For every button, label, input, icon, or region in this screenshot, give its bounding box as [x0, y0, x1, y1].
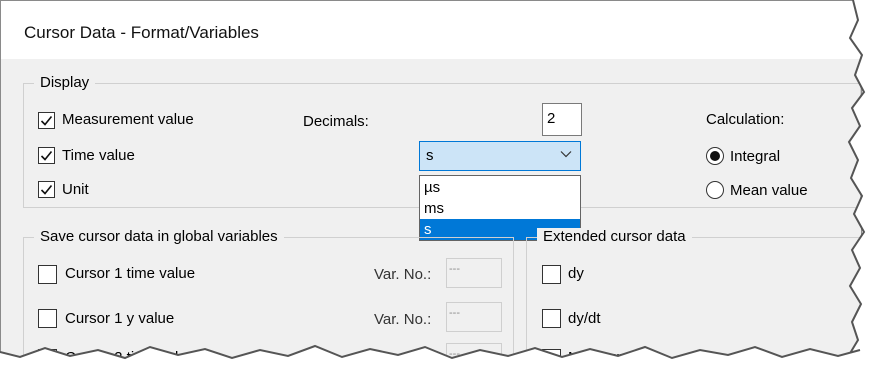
mean-value-radio[interactable] [706, 181, 724, 199]
unit-select[interactable]: s [419, 141, 581, 171]
cursor2-time-checkbox[interactable] [38, 349, 57, 368]
decimals-input[interactable]: 2 [542, 103, 582, 136]
calculation-label: Calculation: [706, 111, 785, 128]
unit-label: Unit [62, 181, 89, 198]
time-value-checkbox[interactable] [38, 147, 55, 164]
save-vars-group-label: Save cursor data in global variables [34, 228, 284, 245]
dialog-window: Cursor Data - Format/Variables Display M… [0, 0, 862, 369]
cursor1-time-checkbox[interactable] [38, 265, 57, 284]
integral-label: Integral [730, 148, 781, 165]
integral-radio[interactable] [706, 147, 724, 165]
decimals-label: Decimals: [303, 113, 369, 130]
mean-value-label: Mean value [730, 182, 808, 199]
chevron-down-icon [560, 151, 572, 158]
checkmark-icon [40, 150, 53, 161]
dy-label: dy [568, 265, 584, 282]
unit-checkbox[interactable] [38, 181, 55, 198]
title-bar: Cursor Data - Format/Variables [1, 1, 861, 59]
dy-checkbox[interactable] [542, 265, 561, 284]
var-no-label-2: Var. No.: [374, 311, 432, 328]
checkmark-icon [40, 184, 53, 195]
var-no-input-2[interactable]: --- [446, 302, 502, 332]
cursor1-y-checkbox[interactable] [38, 309, 57, 328]
unit-option-ms[interactable]: ms [420, 198, 580, 219]
window-title: Cursor Data - Format/Variables [24, 23, 259, 42]
var-no-label-1: Var. No.: [374, 266, 432, 283]
minimum-checkbox[interactable] [542, 349, 561, 368]
checkmark-icon [40, 115, 53, 126]
extended-group-label: Extended cursor data [537, 228, 692, 245]
var-no-input-3[interactable]: --- [446, 343, 502, 368]
unit-select-value: s [426, 147, 434, 164]
dydt-label: dy/dt [568, 310, 601, 327]
measurement-value-label: Measurement value [62, 111, 194, 128]
cursor1-y-label: Cursor 1 y value [65, 310, 175, 327]
cursor2-time-label: Cursor 2 time value [65, 349, 196, 366]
unit-option-us[interactable]: µs [420, 177, 580, 198]
measurement-value-checkbox[interactable] [38, 112, 55, 129]
minimum-label: Minimum: [568, 349, 634, 366]
time-value-label: Time value [62, 147, 135, 164]
var-no-input-1[interactable]: --- [446, 258, 502, 288]
cursor1-time-label: Cursor 1 time value [65, 265, 196, 282]
var-no-label-3: Var. No.: [374, 349, 432, 366]
display-group-label: Display [34, 74, 96, 91]
dydt-checkbox[interactable] [542, 309, 561, 328]
radio-dot [710, 151, 720, 161]
